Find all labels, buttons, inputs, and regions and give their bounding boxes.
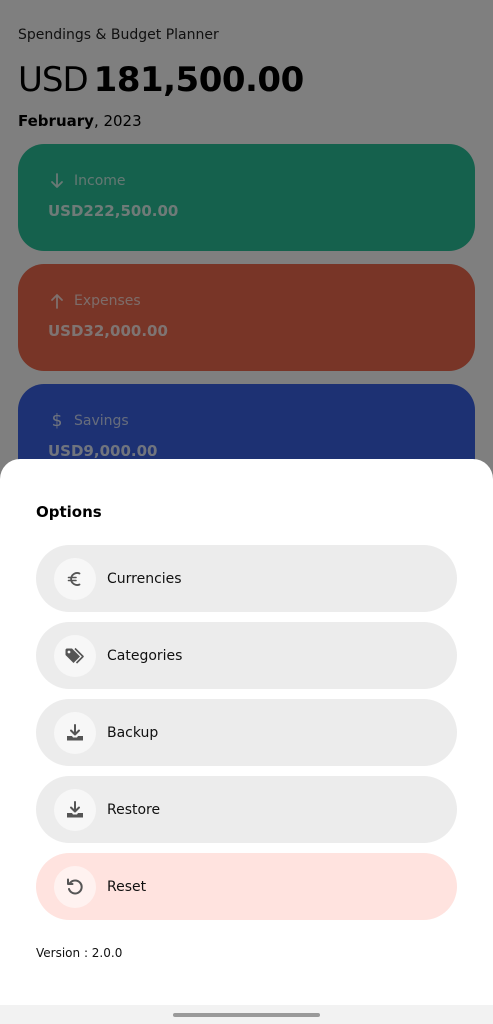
restore-option[interactable]: Restore <box>36 776 457 843</box>
system-nav-bar <box>0 1005 493 1024</box>
reset-label: Reset <box>107 878 147 895</box>
version-text: Version : 2.0.0 <box>36 946 123 960</box>
currencies-option[interactable]: Currencies <box>36 545 457 612</box>
backup-option[interactable]: Backup <box>36 699 457 766</box>
reset-option[interactable]: Reset <box>36 853 457 920</box>
undo-icon <box>54 865 96 908</box>
download-tray-icon <box>54 711 96 754</box>
backup-label: Backup <box>107 724 159 741</box>
categories-option[interactable]: Categories <box>36 622 457 689</box>
home-gesture-handle[interactable] <box>173 1013 320 1017</box>
currencies-label: Currencies <box>107 570 182 587</box>
tags-icon <box>54 634 96 677</box>
euro-icon <box>54 557 96 600</box>
options-bottom-sheet: Options Currencies Categories Backup Res… <box>0 459 493 1005</box>
categories-label: Categories <box>107 647 183 664</box>
restore-label: Restore <box>107 801 161 818</box>
options-title: Options <box>36 503 102 521</box>
app-screen: Spendings & Budget Planner USD 181,500.0… <box>0 0 493 1024</box>
download-tray-icon <box>54 788 96 831</box>
